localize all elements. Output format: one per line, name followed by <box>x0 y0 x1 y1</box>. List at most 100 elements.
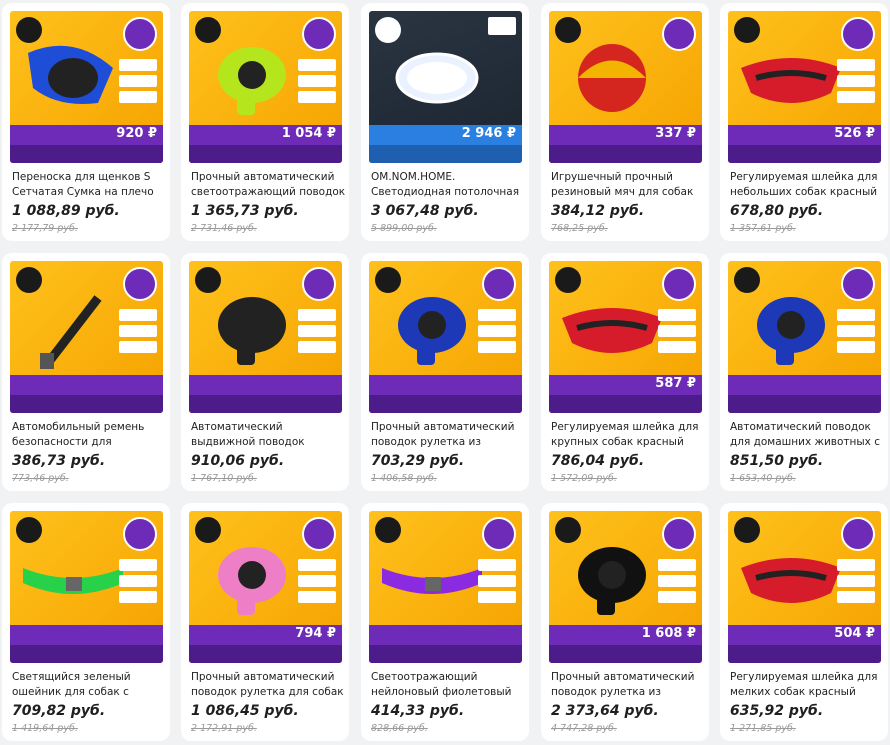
delivery-badge-icon <box>302 17 336 51</box>
spec-label-chip <box>298 325 336 337</box>
spec-label-chip <box>658 325 696 337</box>
product-old-price: 1 419,64 руб. <box>12 723 78 734</box>
retractable-leash-icon <box>218 297 286 365</box>
spec-label-chip <box>119 559 157 571</box>
spec-label-chip <box>478 341 516 353</box>
product-image[interactable] <box>10 511 163 663</box>
product-card[interactable]: Светоотражающий нейлоновый фиолетовый ош… <box>361 503 529 741</box>
product-price: 703,29 руб. <box>371 453 465 469</box>
product-card[interactable]: 2 946 ₽ OM.NOM.HOME. Светодиодная потолоч… <box>361 3 529 241</box>
spec-label-chip <box>478 309 516 321</box>
product-image[interactable] <box>728 261 881 413</box>
product-old-price: 5 899,00 руб. <box>371 223 437 234</box>
product-image[interactable]: 504 ₽ <box>728 511 881 663</box>
spec-label-chip <box>478 575 516 587</box>
thumbnail-price: 504 ₽ <box>834 626 875 641</box>
product-grid: 920 ₽ Переноска для щенков S Сетчатая Сум… <box>0 0 890 745</box>
product-title[interactable]: Регулируемая шлейка для крупных собак кр… <box>551 420 706 450</box>
product-image[interactable] <box>369 511 522 663</box>
dog-harness-icon <box>741 58 841 103</box>
dog-harness-icon <box>741 558 841 603</box>
product-image[interactable]: 587 ₽ <box>549 261 702 413</box>
promo-banner-strip <box>549 645 702 663</box>
delivery-badge-icon <box>841 267 875 301</box>
product-card[interactable]: Светящийся зеленый ошейник для собак с з… <box>2 503 170 741</box>
thumbnail-price: 337 ₽ <box>655 126 696 141</box>
product-old-price: 1 653,40 руб. <box>730 473 796 484</box>
product-card[interactable]: 794 ₽ Прочный автоматический поводок руле… <box>181 503 349 741</box>
spec-label-chip <box>298 75 336 87</box>
product-card[interactable]: Автоматический поводок для домашних живо… <box>720 253 888 491</box>
product-image[interactable]: 526 ₽ <box>728 11 881 163</box>
product-title[interactable]: Автомобильный ремень безопасности для до… <box>12 420 167 450</box>
promo-banner-strip <box>369 395 522 413</box>
product-title[interactable]: Прочный автоматический поводок рулетка и… <box>551 670 706 700</box>
product-image[interactable]: 920 ₽ <box>10 11 163 163</box>
product-price: 2 373,64 руб. <box>551 703 659 719</box>
spec-label-chip <box>837 91 875 103</box>
seat-belt-icon <box>40 295 102 369</box>
dog-collar-icon <box>382 568 482 594</box>
product-title[interactable]: OM.NOM.HOME. Светодиодная потолочная лам… <box>371 170 526 200</box>
product-image[interactable]: 794 ₽ <box>189 511 342 663</box>
product-card[interactable]: Автомобильный ремень безопасности для до… <box>2 253 170 491</box>
spec-label-chip <box>478 591 516 603</box>
delivery-badge-icon <box>123 517 157 551</box>
product-card[interactable]: 920 ₽ Переноска для щенков S Сетчатая Сум… <box>2 3 170 241</box>
product-image[interactable]: 1 608 ₽ <box>549 511 702 663</box>
promo-banner-strip <box>549 145 702 163</box>
thumbnail-price: 1 608 ₽ <box>641 626 696 641</box>
product-card[interactable]: 504 ₽ Регулируемая шлейка для мелких соба… <box>720 503 888 741</box>
product-title[interactable]: Автоматический выдвижной поводок рулетка… <box>191 420 346 450</box>
thumbnail-price: 2 946 ₽ <box>461 126 516 141</box>
product-title[interactable]: Автоматический поводок для домашних живо… <box>730 420 885 450</box>
ceiling-lamp-icon <box>395 52 479 104</box>
product-image[interactable] <box>10 261 163 413</box>
product-title[interactable]: Прочный автоматический поводок рулетка д… <box>191 670 346 700</box>
product-price: 386,73 руб. <box>12 453 106 469</box>
product-card[interactable]: 587 ₽ Регулируемая шлейка для крупных соб… <box>541 253 709 491</box>
product-card[interactable]: 1 054 ₽ Прочный автоматический светоотраж… <box>181 3 349 241</box>
product-price: 910,06 руб. <box>191 453 285 469</box>
product-price: 786,04 руб. <box>551 453 645 469</box>
spec-label-chip <box>119 341 157 353</box>
product-card[interactable]: 337 ₽ Игрушечный прочный резиновый мяч дл… <box>541 3 709 241</box>
promo-banner-strip <box>189 395 342 413</box>
thumbnail-price: 920 ₽ <box>116 126 157 141</box>
delivery-badge-icon <box>841 517 875 551</box>
product-price: 3 067,48 руб. <box>371 203 479 219</box>
product-image[interactable]: 337 ₽ <box>549 11 702 163</box>
product-image[interactable] <box>189 261 342 413</box>
product-card[interactable]: 526 ₽ Регулируемая шлейка для небольших с… <box>720 3 888 241</box>
spec-label-chip <box>658 591 696 603</box>
product-title[interactable]: Переноска для щенков S Сетчатая Сумка на… <box>12 170 167 200</box>
retractable-leash-icon <box>218 547 286 615</box>
delivery-badge-icon <box>841 17 875 51</box>
product-title[interactable]: Светящийся зеленый ошейник для собак с з… <box>12 670 167 700</box>
product-old-price: 2 177,79 руб. <box>12 223 78 234</box>
product-old-price: 773,46 руб. <box>12 473 69 484</box>
product-title[interactable]: Регулируемая шлейка для мелких собак кра… <box>730 670 885 700</box>
product-card[interactable]: Прочный автоматический поводок рулетка и… <box>361 253 529 491</box>
product-card[interactable]: 1 608 ₽ Прочный автоматический поводок ру… <box>541 503 709 741</box>
product-title[interactable]: Прочный автоматический светоотражающий п… <box>191 170 346 200</box>
product-title[interactable]: Прочный автоматический поводок рулетка и… <box>371 420 526 450</box>
product-card[interactable]: Автоматический выдвижной поводок рулетка… <box>181 253 349 491</box>
thumbnail-price: 526 ₽ <box>834 126 875 141</box>
spec-label-chip <box>837 575 875 587</box>
spec-label-chip <box>298 309 336 321</box>
promo-banner-strip <box>189 145 342 163</box>
product-price: 851,50 руб. <box>730 453 824 469</box>
product-title[interactable]: Светоотражающий нейлоновый фиолетовый ош… <box>371 670 526 700</box>
delivery-badge-icon <box>488 17 516 35</box>
product-title[interactable]: Игрушечный прочный резиновый мяч для соб… <box>551 170 706 200</box>
product-old-price: 768,25 руб. <box>551 223 608 234</box>
product-image[interactable]: 2 946 ₽ <box>369 11 522 163</box>
product-old-price: 1 357,61 руб. <box>730 223 796 234</box>
product-image[interactable] <box>369 261 522 413</box>
product-image[interactable]: 1 054 ₽ <box>189 11 342 163</box>
thumbnail-price: 794 ₽ <box>295 626 336 641</box>
spec-label-chip <box>298 559 336 571</box>
product-old-price: 1 406,58 руб. <box>371 473 437 484</box>
product-title[interactable]: Регулируемая шлейка для небольших собак … <box>730 170 885 200</box>
